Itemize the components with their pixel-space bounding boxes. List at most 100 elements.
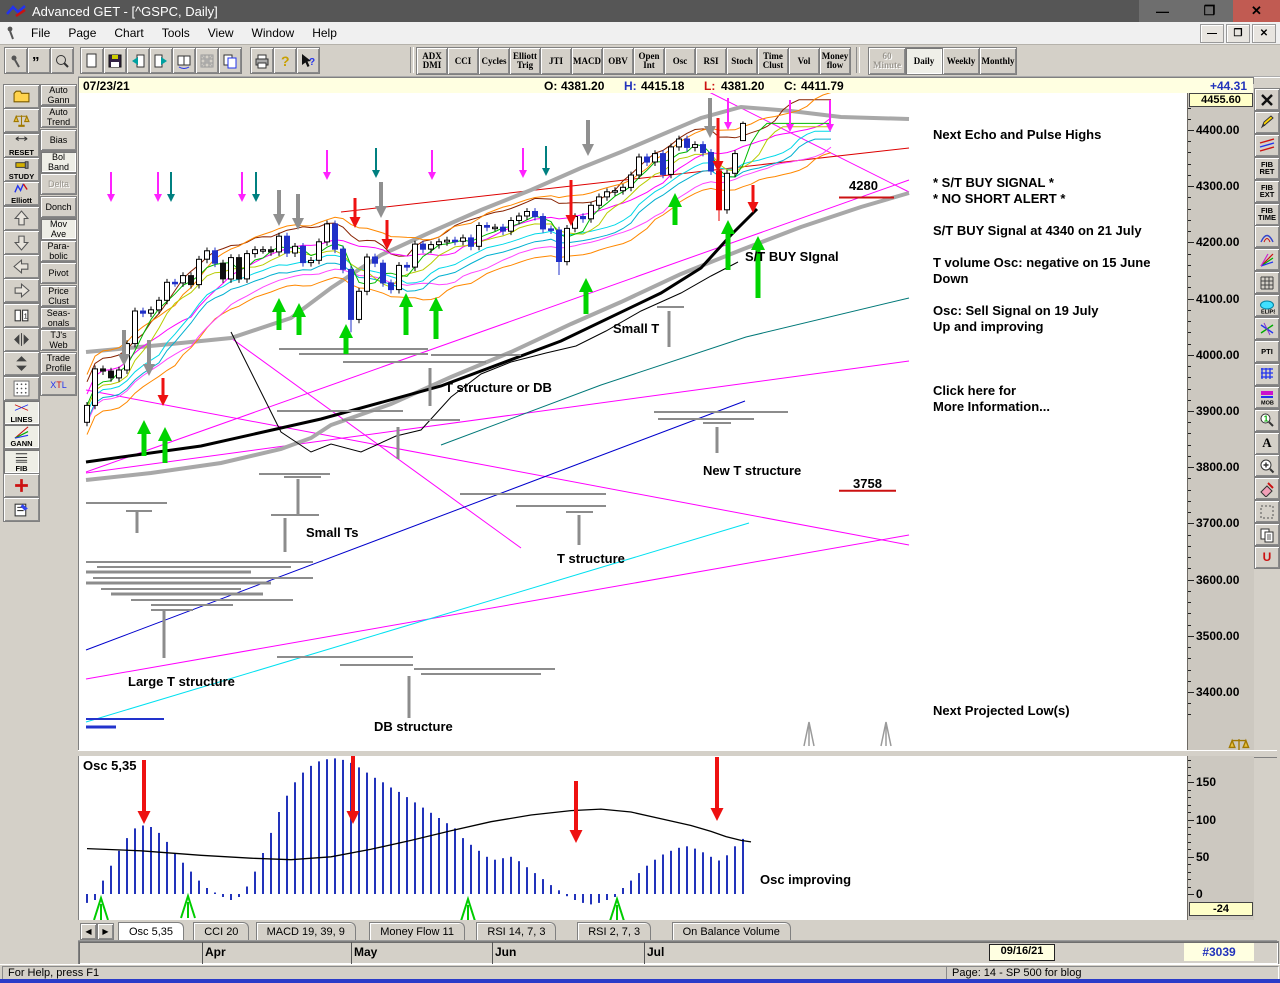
toolbar-button-gridx[interactable] xyxy=(195,47,219,74)
mdi-minimize-button[interactable]: — xyxy=(1200,23,1224,43)
sidebar-tool-h-split[interactable] xyxy=(3,327,40,352)
indicator-button-osc[interactable]: Osc xyxy=(664,47,696,75)
sidebar-study-auto-gann[interactable]: Auto Gann xyxy=(40,84,77,106)
sidebar-study-xtl[interactable]: XTL xyxy=(40,373,77,396)
tab-money-flow-11[interactable]: Money Flow 11 xyxy=(369,922,465,940)
right-tool-close-x[interactable] xyxy=(1254,88,1280,111)
right-tool-grid[interactable] xyxy=(1254,271,1280,295)
sidebar-tool-fib[interactable]: FIB xyxy=(3,448,40,474)
sidebar-study-delta[interactable]: Delta xyxy=(40,173,77,196)
sidebar-study-auto-trend[interactable]: Auto Trend xyxy=(40,106,77,129)
indicator-button-adx-dmi[interactable]: ADX DMI xyxy=(416,47,448,75)
menu-view[interactable]: View xyxy=(199,23,243,43)
tab-osc-5-35[interactable]: Osc 5,35 xyxy=(118,922,185,940)
right-tool-dashed-box[interactable] xyxy=(1254,500,1280,524)
indicator-button-rsi[interactable]: RSI xyxy=(695,47,727,75)
sidebar-study-seas--onals[interactable]: Seas- onals xyxy=(40,307,77,329)
sidebar-study-bol-band[interactable]: Bol Band xyxy=(40,150,77,173)
indicator-button-obv[interactable]: OBV xyxy=(602,47,634,75)
indicator-button-stoch[interactable]: Stoch xyxy=(726,47,758,75)
tab-rsi-2-7-3[interactable]: RSI 2, 7, 3 xyxy=(577,922,652,940)
toolbar-button-book[interactable] xyxy=(172,47,196,74)
sidebar-tool-arrow-up[interactable] xyxy=(3,205,40,231)
right-tool-fib-ret[interactable]: FIB RET xyxy=(1254,156,1280,180)
sidebar-study-pivot[interactable]: Pivot xyxy=(40,262,77,285)
timeframe-button-weekly[interactable]: Weekly xyxy=(942,47,980,75)
timeframe-button-monthly[interactable]: Monthly xyxy=(979,47,1017,75)
sidebar-study-price-clust[interactable]: Price Clust xyxy=(40,284,77,307)
right-tool-magnet[interactable]: U xyxy=(1254,546,1280,569)
right-tool-zoom-in[interactable] xyxy=(1254,454,1280,478)
sidebar-tool-lines[interactable]: LINES xyxy=(3,399,40,425)
oscillator-chart[interactable]: Osc 5,35 Osc improving xyxy=(78,756,1187,920)
sidebar-study-bias[interactable]: Bias xyxy=(40,128,77,151)
sidebar-tool-study[interactable]: STUDY xyxy=(3,156,40,182)
timeframe-button-daily[interactable]: Daily xyxy=(905,47,943,75)
toolbar-button-qmark[interactable]: ? xyxy=(273,47,297,74)
right-tool-parallel-lines[interactable] xyxy=(1254,133,1280,157)
tab-cci-20[interactable]: CCI 20 xyxy=(193,922,250,940)
sidebar-study-donch[interactable]: Donch xyxy=(40,195,77,218)
toolbar-button-page[interactable] xyxy=(80,47,104,74)
right-tool-fib-arc[interactable] xyxy=(1254,225,1280,249)
close-button[interactable]: ✕ xyxy=(1233,0,1280,22)
sidebar-study-para--bolic[interactable]: Para- bolic xyxy=(40,240,77,263)
right-tool-blue-grid[interactable] xyxy=(1254,362,1280,386)
sidebar-tool-dot-grid[interactable] xyxy=(3,375,40,401)
menu-window[interactable]: Window xyxy=(243,23,304,43)
right-tool-pti[interactable]: PTI xyxy=(1254,339,1280,363)
toolbar-button-pages[interactable] xyxy=(218,47,242,74)
indicator-button-time-clust[interactable]: Time Clust xyxy=(757,47,789,75)
child-window-icon[interactable] xyxy=(4,25,18,41)
indicator-button-open-int[interactable]: Open Int xyxy=(633,47,665,75)
right-tool-eraser[interactable] xyxy=(1254,477,1280,501)
tab-rsi-14-7-3[interactable]: RSI 14, 7, 3 xyxy=(476,922,557,940)
toolbar-button-printer[interactable] xyxy=(250,47,274,74)
tab-scroll-left[interactable]: ◀ xyxy=(80,923,97,940)
right-tool-fib-ext[interactable]: FIB EXT xyxy=(1254,179,1280,203)
sidebar-study-trade-profile[interactable]: Trade Profile xyxy=(40,351,77,374)
right-tool-ellipse[interactable]: ELIPS xyxy=(1254,294,1280,318)
mdi-restore-button[interactable]: ❐ xyxy=(1226,23,1250,43)
indicator-button-jti[interactable]: JTI xyxy=(540,47,572,75)
minimize-button[interactable]: — xyxy=(1139,0,1186,22)
sidebar-study-tj-s-web[interactable]: TJ's Web xyxy=(40,329,77,352)
sidebar-tool-v-split[interactable] xyxy=(3,351,40,377)
toolbar-button-zoom[interactable] xyxy=(50,47,74,74)
indicator-button-elliott-trig[interactable]: Elliott Trig xyxy=(509,47,541,75)
sidebar-tool-crosshair[interactable] xyxy=(3,472,40,498)
indicator-button-cci[interactable]: CCI xyxy=(447,47,479,75)
timeframe-button-60-minute[interactable]: 60 Minute xyxy=(868,47,906,75)
tab-macd-19-39-9[interactable]: MACD 19, 39, 9 xyxy=(255,922,356,940)
toolbar-button-helpptr[interactable]: ? xyxy=(296,47,320,74)
menu-help[interactable]: Help xyxy=(303,23,346,43)
menu-tools[interactable]: Tools xyxy=(153,23,199,43)
toolbar-button-pgright[interactable] xyxy=(149,47,173,74)
right-tool-copy[interactable] xyxy=(1254,523,1280,547)
sidebar-tool-arrow-left[interactable] xyxy=(3,254,40,280)
right-tool-pencil[interactable] xyxy=(1254,110,1280,134)
sidebar-tool-properties[interactable] xyxy=(3,497,40,523)
restore-button[interactable]: ❐ xyxy=(1186,0,1233,22)
toolbar-button-save[interactable] xyxy=(103,47,127,74)
tab-scroll-right[interactable]: ▶ xyxy=(97,923,114,940)
projection-date-box[interactable]: 09/16/21 xyxy=(989,944,1055,961)
right-tool-fan-lines[interactable] xyxy=(1254,248,1280,272)
sidebar-tool-gann[interactable]: GANN xyxy=(3,424,40,450)
right-tool-text-tool[interactable]: A xyxy=(1254,431,1280,455)
right-tool-search-1[interactable]: 1 xyxy=(1254,408,1280,432)
menu-page[interactable]: Page xyxy=(59,23,105,43)
sidebar-tool-arrow-down[interactable] xyxy=(3,229,40,255)
sidebar-tool-open-chart[interactable] xyxy=(3,84,40,109)
indicator-button-money-flow[interactable]: Money flow xyxy=(819,47,851,75)
menu-file[interactable]: File xyxy=(22,23,59,43)
sidebar-tool-elliott[interactable]: Elliott xyxy=(3,181,40,207)
sidebar-tool-page-layout[interactable]: 1 xyxy=(3,302,40,328)
sidebar-tool-scales[interactable] xyxy=(3,108,40,134)
sidebar-tool-reset[interactable]: RESET xyxy=(3,132,40,158)
indicator-button-vol[interactable]: Vol xyxy=(788,47,820,75)
sidebar-tool-arrow-right[interactable] xyxy=(3,278,40,304)
toolbar-button-pin[interactable] xyxy=(4,47,28,74)
mdi-close-button[interactable]: ✕ xyxy=(1252,23,1276,43)
indicator-button-cycles[interactable]: Cycles xyxy=(478,47,510,75)
